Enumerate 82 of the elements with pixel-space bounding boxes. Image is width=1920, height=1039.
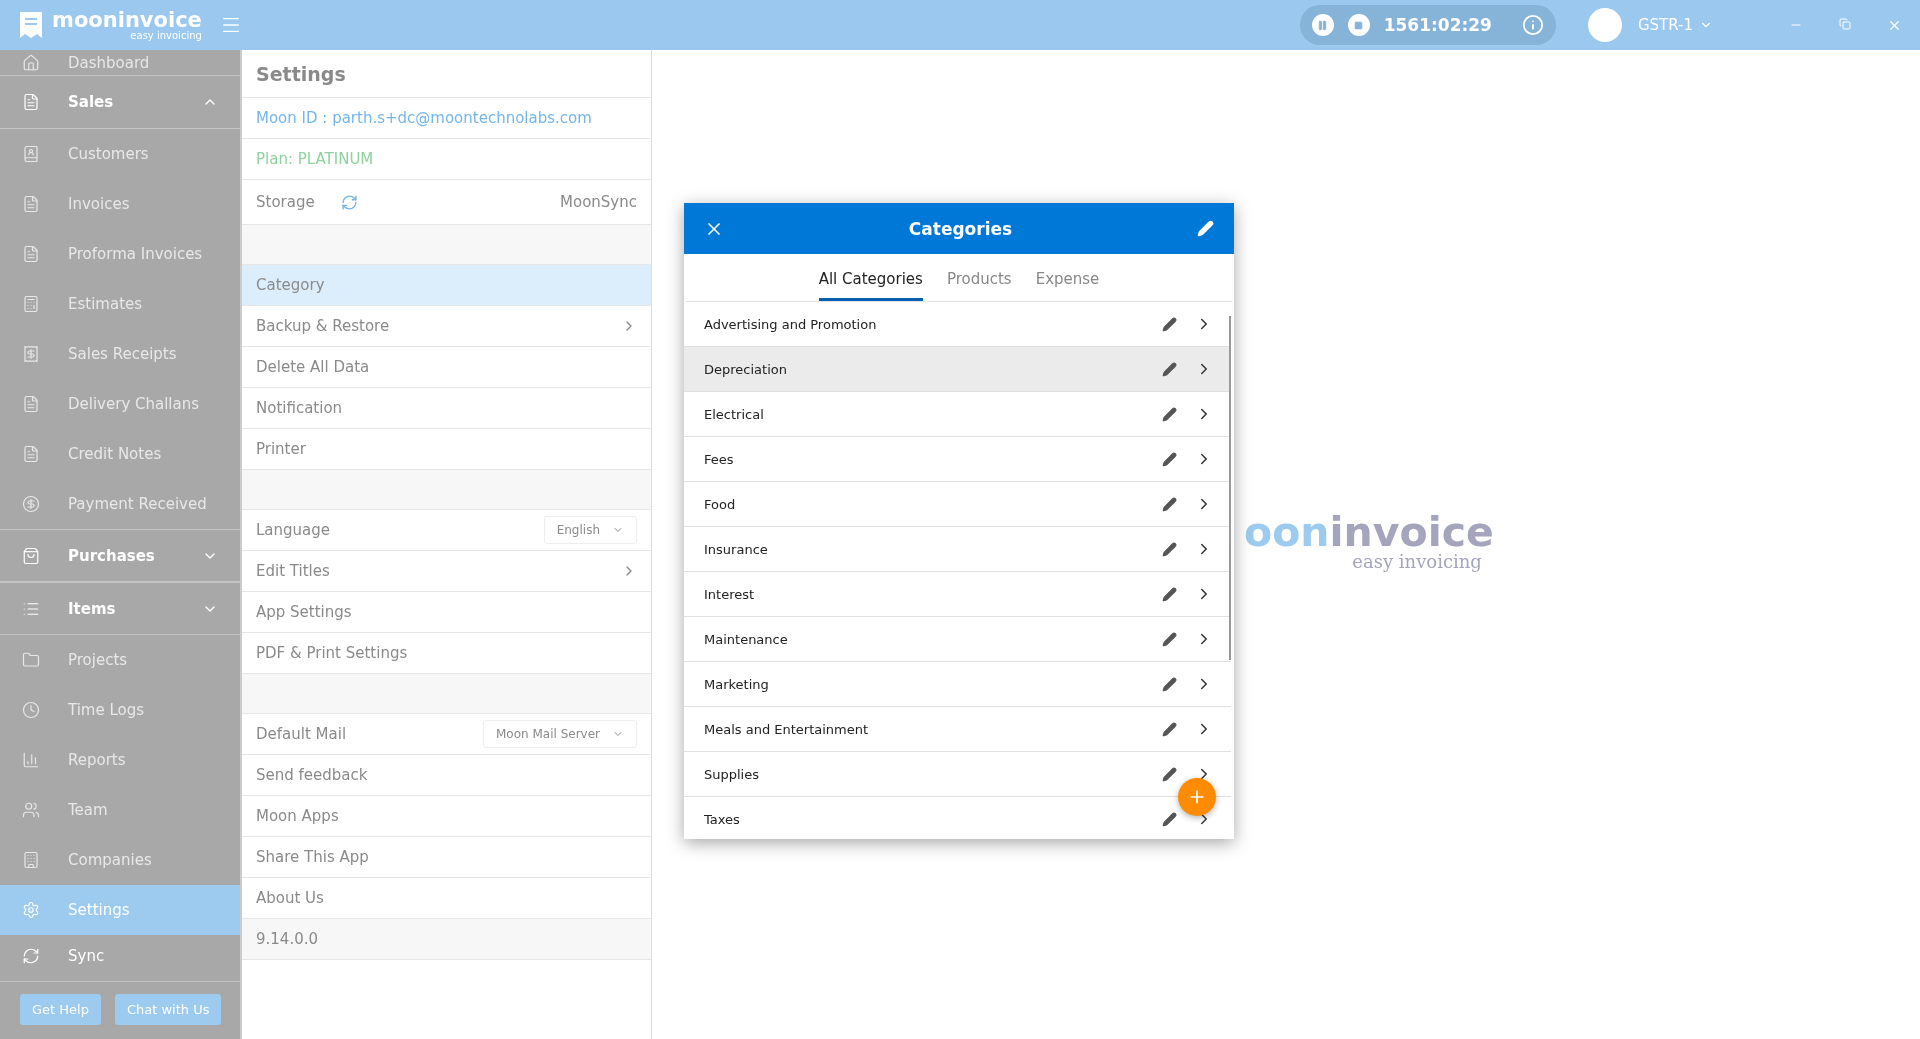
list-row[interactable]: Meals and Entertainment xyxy=(684,707,1231,752)
list-row[interactable]: Insurance xyxy=(684,527,1231,572)
sidebar-section[interactable]: Sales xyxy=(0,76,240,129)
sidebar-item[interactable]: Sales Receipts xyxy=(0,329,240,379)
edit-button[interactable] xyxy=(1197,220,1214,237)
edit-icon[interactable] xyxy=(1162,676,1177,692)
document-icon xyxy=(22,195,40,213)
background-tagline: easy invoicing xyxy=(1352,553,1482,571)
timer-text: 1561:02:29 xyxy=(1383,15,1492,35)
edit-icon[interactable] xyxy=(1162,451,1177,467)
building-icon xyxy=(22,851,40,869)
edit-icon[interactable] xyxy=(1162,361,1177,377)
sidebar-item[interactable]: Invoices xyxy=(0,179,240,229)
house-icon xyxy=(22,53,40,72)
sidebar-item[interactable]: Estimates xyxy=(0,279,240,329)
list-row[interactable]: Marketing xyxy=(684,662,1231,707)
bag-icon xyxy=(22,546,40,565)
bar-chart-icon xyxy=(22,751,40,769)
team-icon xyxy=(22,801,40,819)
sync-icon xyxy=(22,947,40,965)
document-icon xyxy=(22,93,40,111)
sidebar-item[interactable]: Companies xyxy=(0,835,240,885)
sidebar-item[interactable]: Payment Received xyxy=(0,479,240,529)
list-row[interactable]: Advertising and Promotion xyxy=(684,302,1231,347)
logo-icon xyxy=(18,10,44,40)
edit-icon[interactable] xyxy=(1162,631,1177,647)
sidebar-section[interactable]: Purchases xyxy=(0,529,240,582)
company-switcher[interactable]: GSTR-1 xyxy=(1631,15,1719,35)
tab[interactable]: Products xyxy=(946,254,1012,301)
edit-icon[interactable] xyxy=(1162,721,1177,737)
storage-label: Storage xyxy=(256,193,315,211)
edit-icon[interactable] xyxy=(1162,316,1177,332)
sidebar-item[interactable]: Projects xyxy=(0,635,240,685)
sidebar-item[interactable]: Team xyxy=(0,785,240,835)
sidebar-item[interactable]: Reports xyxy=(0,735,240,785)
edit-icon[interactable] xyxy=(1162,766,1177,782)
folder-icon xyxy=(22,651,40,669)
sidebar-section[interactable]: Items xyxy=(0,582,240,635)
sidebar-item[interactable]: Customers xyxy=(0,129,240,179)
clock-icon xyxy=(22,701,40,719)
receipt-icon xyxy=(22,345,40,363)
setting-label: Language xyxy=(256,521,331,539)
sidebar-item[interactable]: Time Logs xyxy=(0,685,240,735)
edit-icon[interactable] xyxy=(1162,811,1177,827)
list-row[interactable]: Electrical xyxy=(684,392,1231,437)
list-row[interactable]: Taxes xyxy=(684,797,1231,839)
stop-icon xyxy=(1354,20,1364,30)
settings-icon xyxy=(22,901,40,919)
dropdown[interactable]: Moon Mail Server xyxy=(483,720,637,748)
document-icon xyxy=(22,245,40,263)
edit-icon[interactable] xyxy=(1162,541,1177,557)
dropdown[interactable]: English xyxy=(543,516,637,544)
edit-icon[interactable] xyxy=(1162,586,1177,602)
tab[interactable]: Expense xyxy=(1035,254,1100,301)
sidebar-item[interactable]: Sync xyxy=(0,935,240,977)
dialog-title: Categories xyxy=(907,218,1014,239)
contacts-icon xyxy=(22,145,40,163)
sidebar-item[interactable]: Delivery Challans xyxy=(0,379,240,429)
document-icon xyxy=(22,445,40,463)
list-row[interactable]: Food xyxy=(684,482,1231,527)
sidebar-item[interactable]: Credit Notes xyxy=(0,429,240,479)
sidebar-item[interactable]: Proforma Invoices xyxy=(0,229,240,279)
list-row[interactable]: Depreciation xyxy=(684,347,1231,392)
coin-icon xyxy=(22,495,40,513)
list-row[interactable]: Interest xyxy=(684,572,1231,617)
list-row[interactable]: Maintenance xyxy=(684,617,1231,662)
list-row[interactable]: Supplies xyxy=(684,752,1231,797)
list-row[interactable]: Fees xyxy=(684,437,1231,482)
background-logo: ooninvoice xyxy=(1244,512,1494,553)
edit-icon[interactable] xyxy=(1162,496,1177,512)
document-icon xyxy=(22,395,40,413)
setting-label: Default Mail xyxy=(256,725,347,743)
company-avatar xyxy=(1587,8,1622,42)
storage-value: MoonSync xyxy=(560,193,637,211)
app-logo: mooninvoice easy invoicing xyxy=(52,9,202,41)
edit-icon[interactable] xyxy=(1162,406,1177,422)
edit-icon xyxy=(1197,220,1214,237)
pause-icon xyxy=(1317,19,1329,31)
version-text: 9.14.0.0 xyxy=(242,919,651,960)
calculator-icon xyxy=(22,295,40,313)
sidebar-item[interactable]: Dashboard xyxy=(0,50,240,76)
settings-row[interactable]: Category xyxy=(242,265,651,306)
